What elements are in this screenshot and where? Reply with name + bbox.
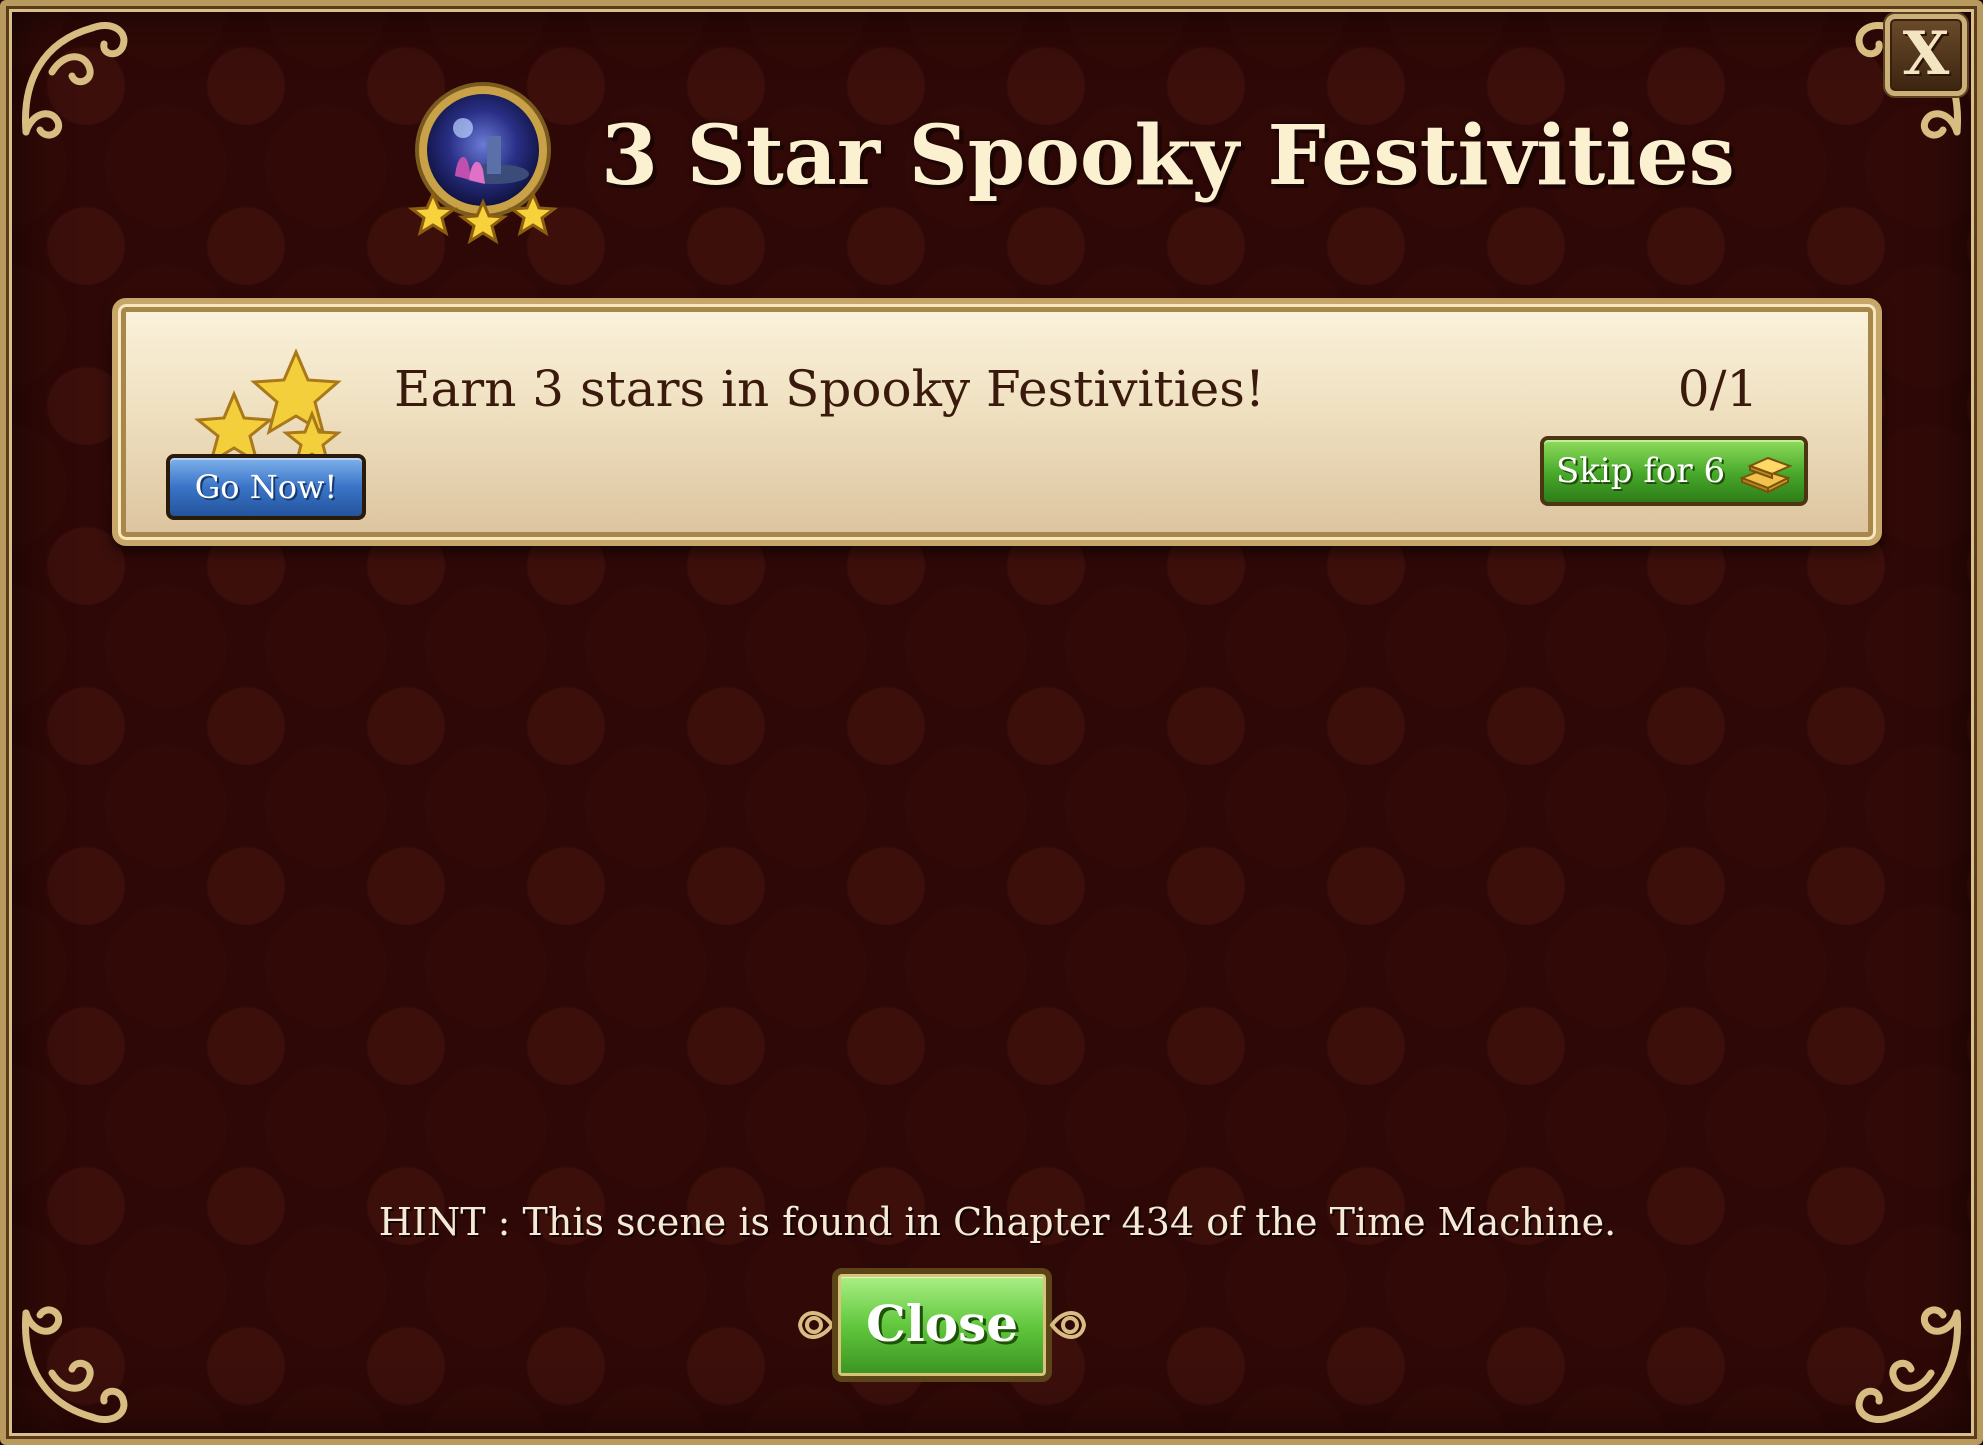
ornament-icon: [1049, 1311, 1087, 1339]
close-x-button[interactable]: X: [1885, 14, 1967, 96]
skip-button-label: Skip for 6: [1556, 451, 1726, 491]
close-button-group: Close: [792, 1262, 1092, 1392]
corner-ornament: [22, 22, 128, 139]
go-now-button[interactable]: Go Now!: [166, 454, 366, 520]
corner-ornament: [22, 1306, 128, 1423]
corner-ornament: [1855, 1306, 1961, 1423]
ornament-icon: [797, 1311, 835, 1339]
hint-text: HINT : This scene is found in Chapter 43…: [378, 1200, 1617, 1244]
close-button[interactable]: Close: [832, 1268, 1052, 1382]
objective-progress: 0/1: [1677, 360, 1759, 418]
skip-button[interactable]: Skip for 6: [1540, 436, 1808, 506]
objective-text: Earn 3 stars in Spooky Festivities!: [394, 360, 1265, 418]
scene-badge-icon: [407, 82, 559, 244]
quest-dialog: X 3 Star Spooky Festivities Earn 3 stars…: [0, 0, 1983, 1445]
objective-panel: Earn 3 stars in Spooky Festivities! 0/1 …: [112, 298, 1882, 546]
dialog-title: 3 Star Spooky Festivities: [601, 108, 1735, 204]
gold-bars-icon: [1739, 456, 1793, 494]
